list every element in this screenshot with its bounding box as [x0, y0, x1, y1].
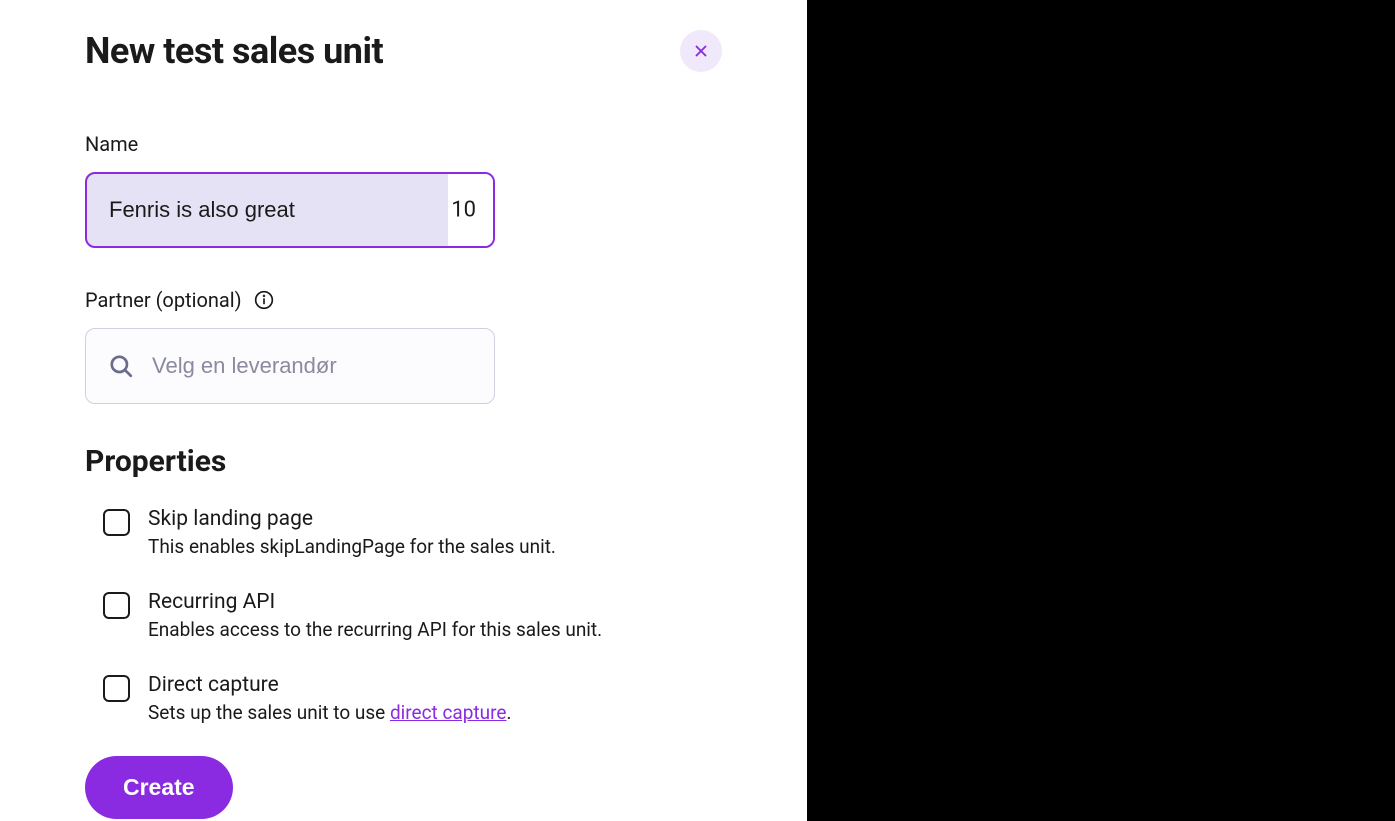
partner-field-group: Partner (optional) [85, 288, 722, 404]
info-icon[interactable] [254, 290, 274, 310]
close-icon [692, 42, 710, 60]
partner-input[interactable] [152, 353, 472, 379]
desc-suffix: . [506, 701, 511, 724]
panel-header: New test sales unit [85, 30, 722, 72]
name-label: Name [85, 132, 722, 156]
checkbox-description: Enables access to the recurring API for … [148, 618, 722, 641]
checkbox-content: Skip landing page This enables skipLandi… [148, 507, 722, 558]
checkbox-input-skip-landing[interactable] [103, 509, 130, 536]
checkbox-label: Skip landing page [148, 507, 722, 531]
checkbox-content: Recurring API Enables access to the recu… [148, 590, 722, 641]
checkbox-content: Direct capture Sets up the sales unit to… [148, 673, 722, 724]
name-input[interactable] [85, 172, 495, 248]
panel-title: New test sales unit [85, 30, 383, 72]
checkbox-label: Direct capture [148, 673, 722, 697]
search-icon [108, 353, 134, 379]
checkbox-description: Sets up the sales unit to use direct cap… [148, 701, 722, 724]
desc-prefix: Sets up the sales unit to use [148, 701, 390, 724]
close-button[interactable] [680, 30, 722, 72]
new-sales-unit-panel: New test sales unit Name 10 Partner (opt… [0, 0, 807, 821]
name-input-wrapper: 10 [85, 172, 495, 248]
checkbox-recurring-api: Recurring API Enables access to the recu… [85, 590, 722, 641]
checkbox-skip-landing-page: Skip landing page This enables skipLandi… [85, 507, 722, 558]
direct-capture-link[interactable]: direct capture [390, 701, 507, 724]
name-field-group: Name 10 [85, 132, 722, 248]
checkbox-input-recurring-api[interactable] [103, 592, 130, 619]
partner-input-wrapper[interactable] [85, 328, 495, 404]
checkbox-direct-capture: Direct capture Sets up the sales unit to… [85, 673, 722, 724]
create-button[interactable]: Create [85, 756, 233, 819]
checkbox-input-direct-capture[interactable] [103, 675, 130, 702]
partner-label-text: Partner (optional) [85, 288, 242, 312]
properties-section-title: Properties [85, 444, 722, 479]
partner-label: Partner (optional) [85, 288, 722, 312]
checkbox-label: Recurring API [148, 590, 722, 614]
checkbox-description: This enables skipLandingPage for the sal… [148, 535, 722, 558]
